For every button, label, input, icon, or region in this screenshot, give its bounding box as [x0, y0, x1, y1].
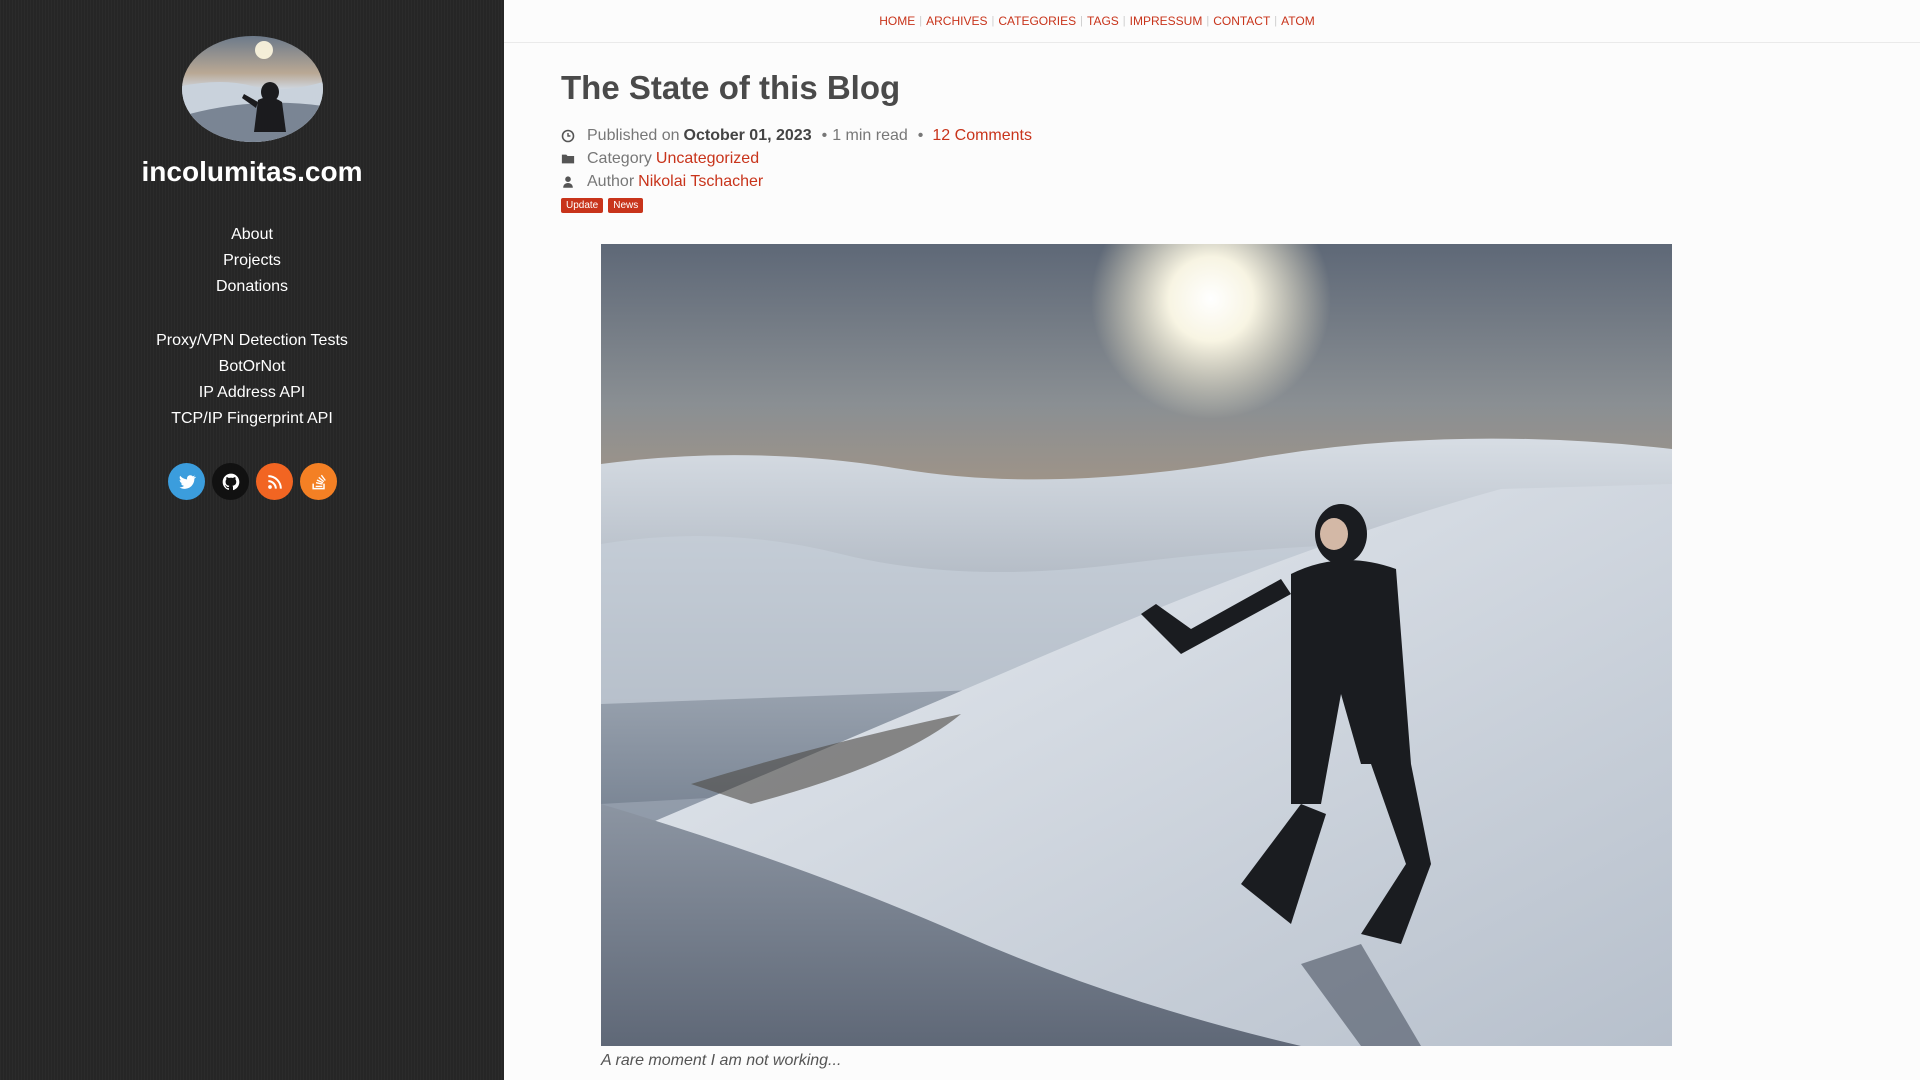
rss-icon — [267, 474, 282, 489]
stackoverflow-button[interactable] — [300, 463, 337, 500]
topnav-categories[interactable]: CATEGORIES — [994, 14, 1080, 28]
post-meta: Published on October 01, 2023 • 1 min re… — [561, 124, 1681, 213]
sidebar: incolumitas.com About Projects Donations… — [0, 0, 504, 1080]
social-links — [168, 463, 337, 500]
sidebar-item-donations[interactable]: Donations — [0, 274, 504, 300]
main-content: HOME | ARCHIVES | CATEGORIES | TAGS | IM… — [504, 0, 1920, 1080]
published-row: Published on October 01, 2023 • 1 min re… — [561, 124, 1681, 147]
post: The State of this Blog Published on Octo… — [561, 66, 1681, 213]
avatar[interactable] — [182, 36, 323, 142]
category-row: Category Uncategorized — [561, 147, 1681, 170]
github-button[interactable] — [212, 463, 249, 500]
folder-icon — [561, 152, 575, 166]
post-figure: A rare moment I am not working... — [601, 244, 1672, 1070]
topnav-home[interactable]: HOME — [875, 14, 919, 28]
user-icon — [561, 175, 575, 189]
meta-bullet: • — [821, 126, 828, 144]
meta-bullet: • — [917, 126, 924, 144]
clock-icon — [561, 129, 575, 143]
top-navigation: HOME | ARCHIVES | CATEGORIES | TAGS | IM… — [504, 0, 1920, 43]
published-date: October 01, 2023 — [683, 126, 812, 144]
category-link[interactable]: Uncategorized — [656, 150, 759, 168]
tag-news[interactable]: News — [608, 198, 644, 213]
topnav-archives[interactable]: ARCHIVES — [922, 14, 991, 28]
post-photo — [601, 244, 1672, 1046]
category-label: Category — [587, 149, 652, 167]
topnav-contact[interactable]: CONTACT — [1209, 14, 1274, 28]
published-prefix: Published on — [587, 126, 680, 144]
read-time: 1 min read — [832, 126, 908, 144]
sidebar-nav-primary: About Projects Donations — [0, 222, 504, 300]
topnav-atom[interactable]: ATOM — [1277, 14, 1319, 28]
sidebar-nav-secondary: Proxy/VPN Detection Tests BotOrNot IP Ad… — [0, 328, 504, 432]
site-title[interactable]: incolumitas.com — [0, 156, 504, 188]
topnav-tags[interactable]: TAGS — [1083, 14, 1123, 28]
rss-button[interactable] — [256, 463, 293, 500]
author-link[interactable]: Nikolai Tschacher — [638, 173, 763, 191]
sidebar-item-about[interactable]: About — [0, 222, 504, 248]
sidebar-item-ip-address-api[interactable]: IP Address API — [0, 380, 504, 406]
tag-update[interactable]: Update — [561, 198, 604, 213]
twitter-icon — [179, 474, 196, 489]
github-icon — [222, 473, 239, 490]
author-label: Author — [587, 172, 635, 190]
post-title: The State of this Blog — [561, 69, 901, 106]
author-row: Author Nikolai Tschacher — [561, 170, 1681, 193]
twitter-button[interactable] — [168, 463, 205, 500]
sidebar-item-projects[interactable]: Projects — [0, 248, 504, 274]
sidebar-item-botornot[interactable]: BotOrNot — [0, 354, 504, 380]
post-tags: Update News — [561, 198, 1681, 213]
stackoverflow-icon — [311, 474, 326, 489]
topnav-impressum[interactable]: IMPRESSUM — [1126, 14, 1207, 28]
photo-caption: A rare moment I am not working... — [601, 1052, 842, 1069]
avatar-image — [182, 36, 323, 142]
comments-link[interactable]: 12 Comments — [932, 127, 1032, 145]
sidebar-item-proxy-vpn-detection-tests[interactable]: Proxy/VPN Detection Tests — [0, 328, 504, 354]
sidebar-item-tcp-ip-fingerprint-api[interactable]: TCP/IP Fingerprint API — [0, 406, 504, 432]
